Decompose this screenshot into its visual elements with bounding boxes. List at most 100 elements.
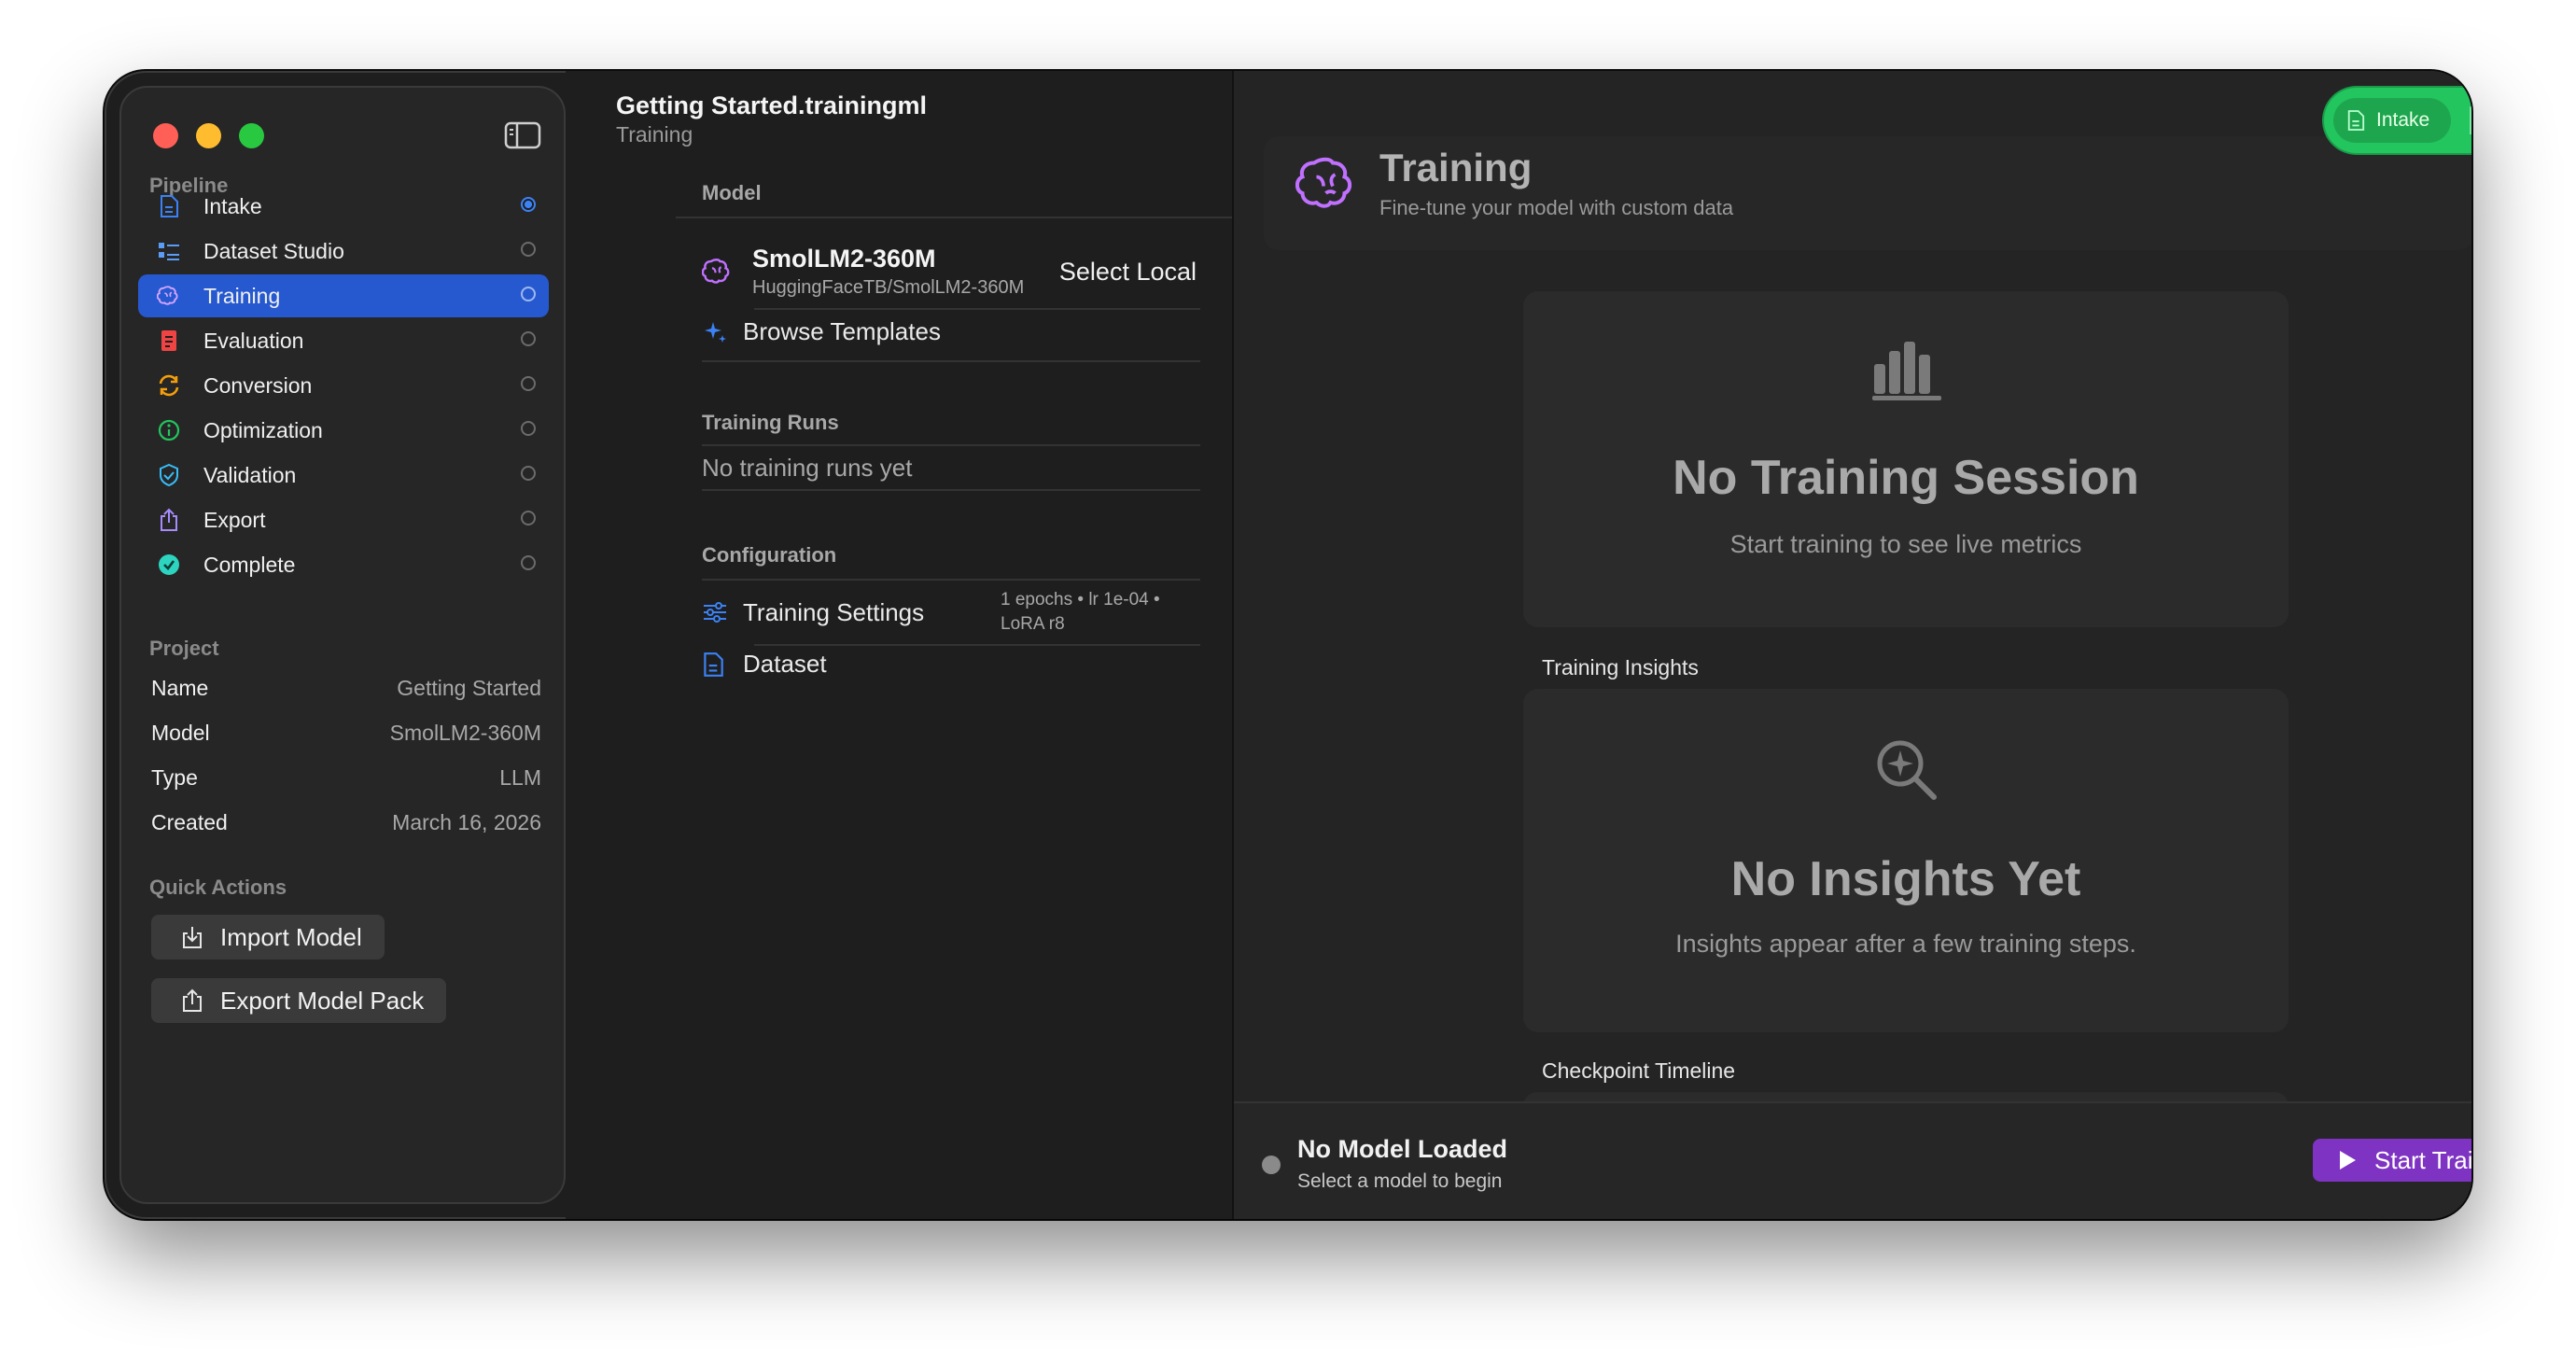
import-icon <box>183 927 202 948</box>
sidebar-item-training[interactable]: Training <box>138 274 549 317</box>
document-subtitle: Training <box>616 122 693 147</box>
project-model-row: Model SmolLM2-360M <box>151 721 541 746</box>
project-created-row: Created March 16, 2026 <box>151 810 541 835</box>
inspector-column: Getting Started.trainingml Training Mode… <box>566 71 1234 1219</box>
sidebar-item-intake[interactable]: Intake <box>138 185 549 228</box>
app-window: Pipeline Intake Dataset Studio Training <box>105 71 2471 1219</box>
export-model-pack-button[interactable]: Export Model Pack <box>151 978 447 1023</box>
model-row[interactable]: SmolLM2-360M HuggingFaceTB/SmolLM2-360M … <box>702 245 1197 299</box>
share-icon <box>157 508 181 532</box>
sidebar-item-validation[interactable]: Validation <box>138 454 549 497</box>
step-status-indicator <box>521 242 536 257</box>
document-title: Getting Started.trainingml <box>616 91 928 119</box>
cycle-icon <box>157 373 181 398</box>
close-window-button[interactable] <box>153 123 178 148</box>
step-status-indicator <box>521 197 536 212</box>
status-indicator <box>1262 1156 1281 1174</box>
report-icon <box>157 329 181 353</box>
divider <box>754 644 1200 646</box>
sidebar-item-complete[interactable]: Complete <box>138 543 549 586</box>
select-local-button[interactable]: Select Local <box>1059 258 1197 287</box>
sliders-icon <box>704 602 726 623</box>
training-runs-section-label: Training Runs <box>702 411 839 434</box>
model-name: SmolLM2-360M <box>752 245 936 273</box>
bar-chart-icon <box>1872 342 1941 400</box>
intake-step-chip[interactable]: Intake <box>2333 98 2451 143</box>
property-key: Model <box>151 721 210 745</box>
project-name-row: Name Getting Started <box>151 676 541 701</box>
property-value: March 16, 2026 <box>392 810 541 834</box>
empty-state-subtitle: Start training to see live metrics <box>1729 530 2082 558</box>
list-icon <box>157 239 181 263</box>
sidebar-item-dataset-studio[interactable]: Dataset Studio <box>138 230 549 273</box>
import-model-label: Import Model <box>220 922 362 951</box>
quick-actions-section-label: Quick Actions <box>149 876 287 899</box>
settings-summary-line: 1 epochs • lr 1e-04 • <box>1001 590 1160 609</box>
no-session-card: No Training Session Start training to se… <box>1523 291 2289 627</box>
step-status-indicator <box>521 466 536 481</box>
training-insights-label: Training Insights <box>1542 655 1699 680</box>
property-key: Type <box>151 765 198 790</box>
project-section-label: Project <box>149 637 219 660</box>
step-status-indicator <box>521 376 536 391</box>
divider <box>702 360 1200 362</box>
project-type-row: Type LLM <box>151 765 541 791</box>
sidebar-item-label: Validation <box>203 462 297 487</box>
play-icon <box>2340 1151 2356 1170</box>
property-value: LLM <box>499 765 541 790</box>
divider <box>754 308 1200 310</box>
divider <box>676 217 1234 218</box>
gauge-icon <box>157 418 181 442</box>
settings-summary: 1 epochs • lr 1e-04 • LoRA r8 <box>1001 588 1200 637</box>
sidebar-item-label: Conversion <box>203 372 313 398</box>
insights-empty-title: No Insights Yet <box>1730 852 2081 906</box>
sidebar-item-label: Optimization <box>203 417 323 442</box>
step-status-indicator <box>521 555 536 570</box>
start-training-button[interactable]: Start Training <box>2313 1139 2471 1182</box>
property-value: SmolLM2-360M <box>389 721 541 745</box>
pane-title: Training <box>1379 146 1533 189</box>
divider <box>702 489 1200 491</box>
sidebar-item-label: Intake <box>203 193 262 218</box>
zoom-window-button[interactable] <box>239 123 264 148</box>
sidebar-toggle-icon[interactable] <box>504 120 541 150</box>
sidebar-item-label: Training <box>203 283 281 308</box>
step-status-indicator <box>521 511 536 525</box>
step-status-indicator <box>521 421 536 436</box>
browse-templates-row[interactable]: Browse Templates <box>702 317 1197 346</box>
property-key: Created <box>151 810 228 834</box>
empty-state-title: No Training Session <box>1673 451 2139 505</box>
sidebar-item-label: Export <box>203 507 266 532</box>
sparkle-icon <box>705 321 726 343</box>
insights-empty-subtitle: Insights appear after a few training ste… <box>1675 930 2136 958</box>
brain-icon <box>1295 157 1352 208</box>
browse-templates-label: Browse Templates <box>743 317 941 345</box>
training-detail-pane: Training Fine-tune your model with custo… <box>1234 71 2471 1219</box>
intake-chip-label: Intake <box>2376 109 2430 131</box>
minimize-window-button[interactable] <box>196 123 221 148</box>
property-value: Getting Started <box>397 676 541 700</box>
document-icon <box>2347 110 2365 131</box>
sidebar-item-optimization[interactable]: Optimization <box>138 409 549 452</box>
import-model-button[interactable]: Import Model <box>151 915 385 960</box>
brain-icon <box>157 284 181 308</box>
sidebar-item-conversion[interactable]: Conversion <box>138 364 549 407</box>
sidebar-item-evaluation[interactable]: Evaluation <box>138 319 549 362</box>
sidebar-item-label: Dataset Studio <box>203 238 344 263</box>
sidebar-item-export[interactable]: Export <box>138 498 549 541</box>
training-settings-row[interactable]: Training Settings 1 epochs • lr 1e-04 • … <box>702 584 1200 640</box>
step-status-indicator <box>521 331 536 346</box>
sidebar: Pipeline Intake Dataset Studio Training <box>119 86 566 1204</box>
document-icon <box>704 651 723 677</box>
dataset-label: Dataset <box>743 650 827 678</box>
model-repo: HuggingFaceTB/SmolLM2-360M <box>752 277 1025 298</box>
step-status-indicator <box>521 287 536 301</box>
start-training-label: Start Training <box>2374 1145 2471 1174</box>
settings-summary-line: LoRA r8 <box>1001 614 1065 634</box>
status-subtitle: Select a model to begin <box>1297 1170 1503 1192</box>
dataset-row[interactable]: Dataset <box>702 650 1301 679</box>
no-runs-text: No training runs yet <box>702 454 913 482</box>
insights-card: No Insights Yet Insights appear after a … <box>1523 689 2289 1032</box>
no-runs-row: No training runs yet <box>702 454 1301 483</box>
model-section-label: Model <box>702 181 762 204</box>
